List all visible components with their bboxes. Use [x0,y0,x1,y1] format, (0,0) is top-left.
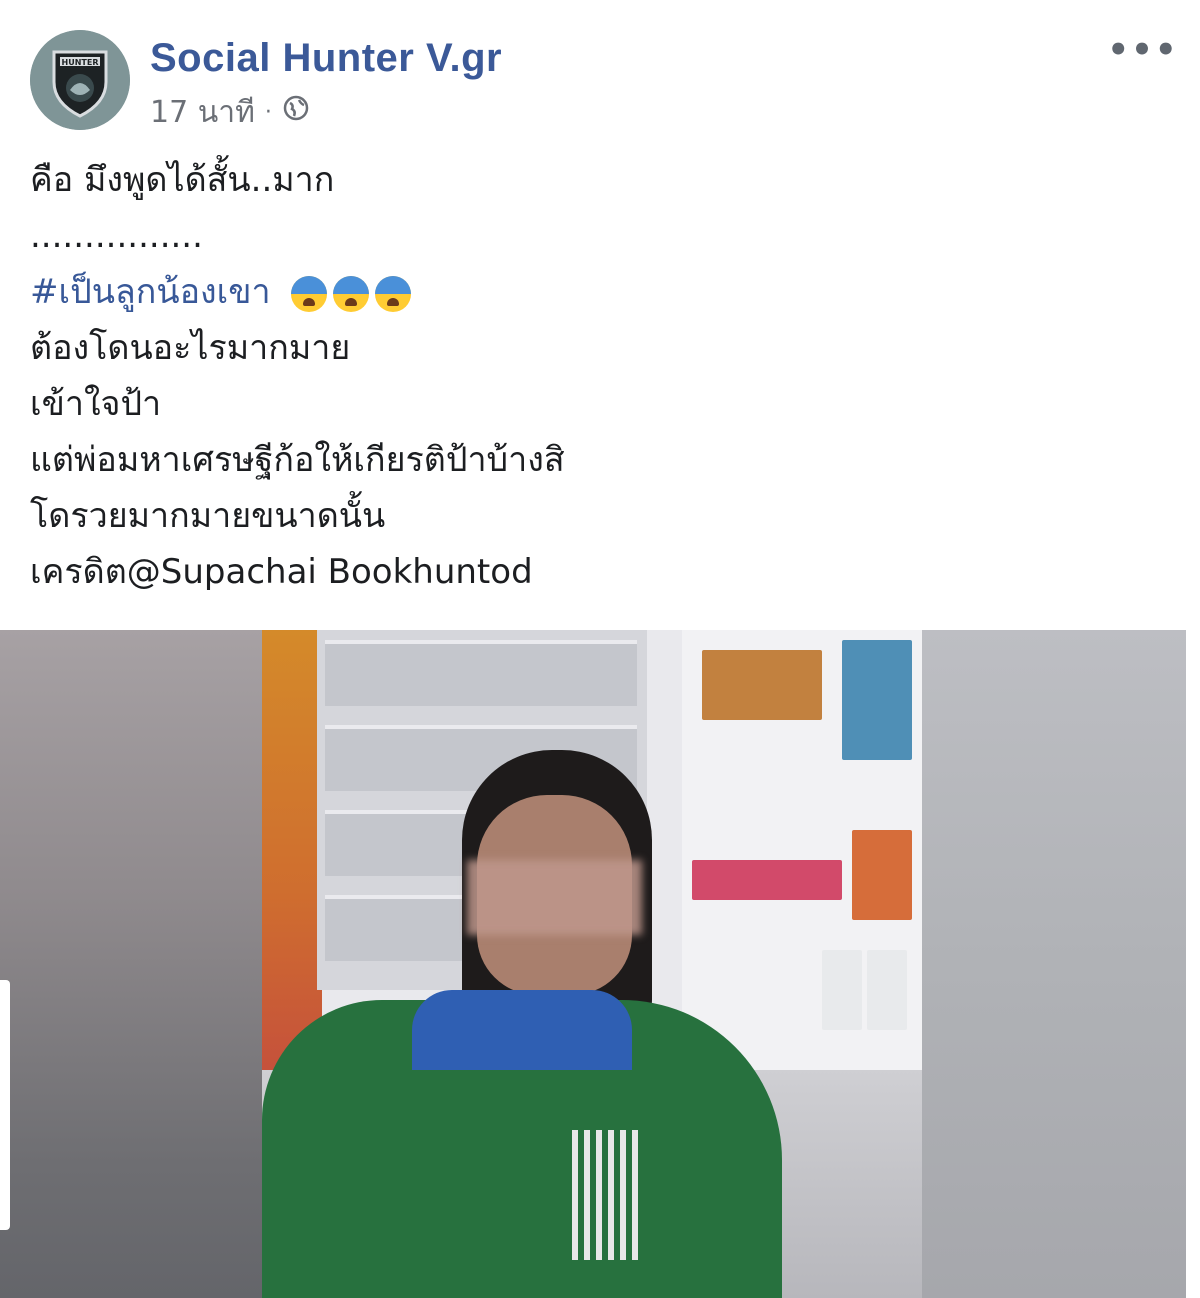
product-box [852,830,912,920]
post-card: HUNTER Social Hunter V.gr 17 นาที · ••• … [0,0,1186,630]
globe-icon[interactable] [282,94,310,130]
emoji-group [291,275,412,312]
video-frame[interactable] [262,630,922,1298]
face-blur [467,860,642,935]
post-meta: 17 นาที · [150,92,310,132]
product-box [842,640,912,760]
page-name-link[interactable]: Social Hunter V.gr [150,36,502,81]
meta-separator: · [264,99,272,125]
post-line-4: ต้องโดนอะไรมากมาย [30,328,351,368]
hashtag-link[interactable]: #เป็นลูกน้องเขา [30,272,271,312]
post-video[interactable] [0,630,1186,1298]
anxious-face-icon [375,275,412,312]
post-line-1: คือ มึงพูดได้สั้น..มาก [30,160,335,200]
product-bottle [867,950,907,1030]
video-blur-right [922,630,1186,1298]
uniform-stripes [572,1130,642,1260]
post-hashtag-line: #เป็นลูกน้องเขา [30,264,565,320]
anxious-face-icon [291,275,328,312]
post-text: คือ มึงพูดได้สั้น..มาก ................ … [30,152,565,600]
post-timestamp[interactable]: 17 นาที [150,89,255,136]
side-scroll-tab[interactable] [0,980,10,1230]
anxious-face-icon [333,275,370,312]
post-line-7: โดรวยมากมายขนาดนั้น [30,496,386,536]
post-line-2: ................ [30,216,203,256]
hunter-shield-logo: HUNTER [30,30,130,130]
post-line-6: แต่พ่อมหาเศรษฐีก้อให้เกียรติป้าบ้างสิ [30,440,565,480]
drawer [325,640,637,706]
video-blur-left [0,630,262,1298]
product-bottle [822,950,862,1030]
more-options-icon[interactable]: ••• [1107,30,1176,70]
shelf-products-right [682,630,922,1090]
page-avatar[interactable]: HUNTER [30,30,130,130]
post-line-5: เข้าใจป้า [30,384,162,424]
product-box [692,860,842,900]
product-box [702,650,822,720]
post-line-8: เครดิต@Supachai Bookhuntod [30,552,533,592]
uniform-collar [412,990,632,1070]
svg-text:HUNTER: HUNTER [62,58,99,67]
